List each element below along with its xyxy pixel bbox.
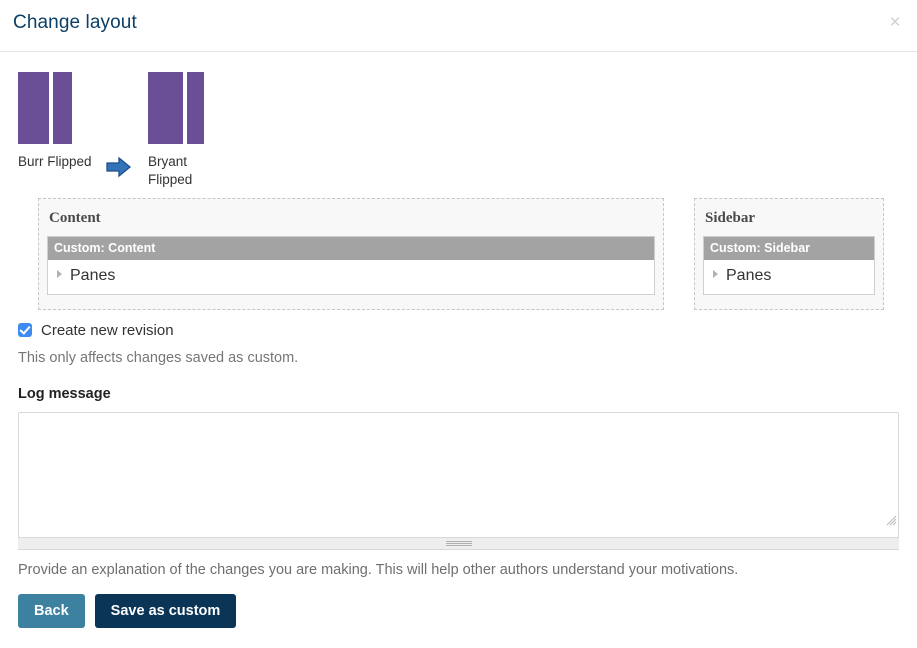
layout-thumbnail-from [18,72,128,144]
create-new-revision-label[interactable]: Create new revision [41,322,174,339]
region-block: Custom: Content Panes [47,236,655,295]
arrow-right-icon-svg [106,156,132,178]
triangle-right-icon[interactable] [57,270,62,278]
textarea-resize-handle[interactable] [18,537,899,550]
thumbnail-column-2 [53,72,72,144]
log-message-help: Provide an explanation of the changes yo… [18,562,739,578]
form-area: Create new revision This only affects ch… [0,320,917,628]
region-title: Sidebar [705,210,756,226]
region-sidebar: Sidebar Custom: Sidebar Panes [694,198,884,310]
region-block-header[interactable]: Custom: Content [48,237,654,260]
log-message-label: Log message [18,386,111,402]
dialog-header: Change layout × [0,0,917,52]
triangle-right-icon[interactable] [713,270,718,278]
grip-lines-icon [445,540,472,547]
log-message-wrapper [18,412,899,550]
layout-thumbnail-to [148,72,220,144]
revision-description: This only affects changes saved as custo… [18,350,299,366]
thumbnail-column-2 [187,72,204,144]
layout-to[interactable]: Bryant Flipped [148,72,220,189]
arrow-right-icon [104,154,134,180]
layout-to-label: Bryant Flipped [148,154,193,187]
list-item[interactable]: Panes [704,260,874,294]
create-new-revision-checkbox[interactable] [18,323,32,337]
thumbnail-column-1 [148,72,183,144]
region-block: Custom: Sidebar Panes [703,236,875,295]
thumbnail-column-1 [18,72,49,144]
log-message-input[interactable] [18,412,899,538]
back-button[interactable]: Back [18,594,85,628]
region-title: Content [49,210,101,226]
list-item[interactable]: Panes [48,260,654,294]
save-as-custom-button[interactable]: Save as custom [94,594,237,628]
create-new-revision-row[interactable]: Create new revision [18,320,917,340]
dialog-actions: Back Save as custom [18,594,917,628]
regions-container: Content Custom: Content Panes Sidebar Cu… [0,198,917,313]
layout-change-strip: Burr Flipped Bryant Flipped [0,60,917,190]
close-icon[interactable]: × [885,13,905,33]
list-item-label: Panes [70,267,116,284]
region-content: Content Custom: Content Panes [38,198,664,310]
list-item-label: Panes [726,267,772,284]
page-title: Change layout [13,12,137,33]
region-block-header[interactable]: Custom: Sidebar [704,237,874,260]
